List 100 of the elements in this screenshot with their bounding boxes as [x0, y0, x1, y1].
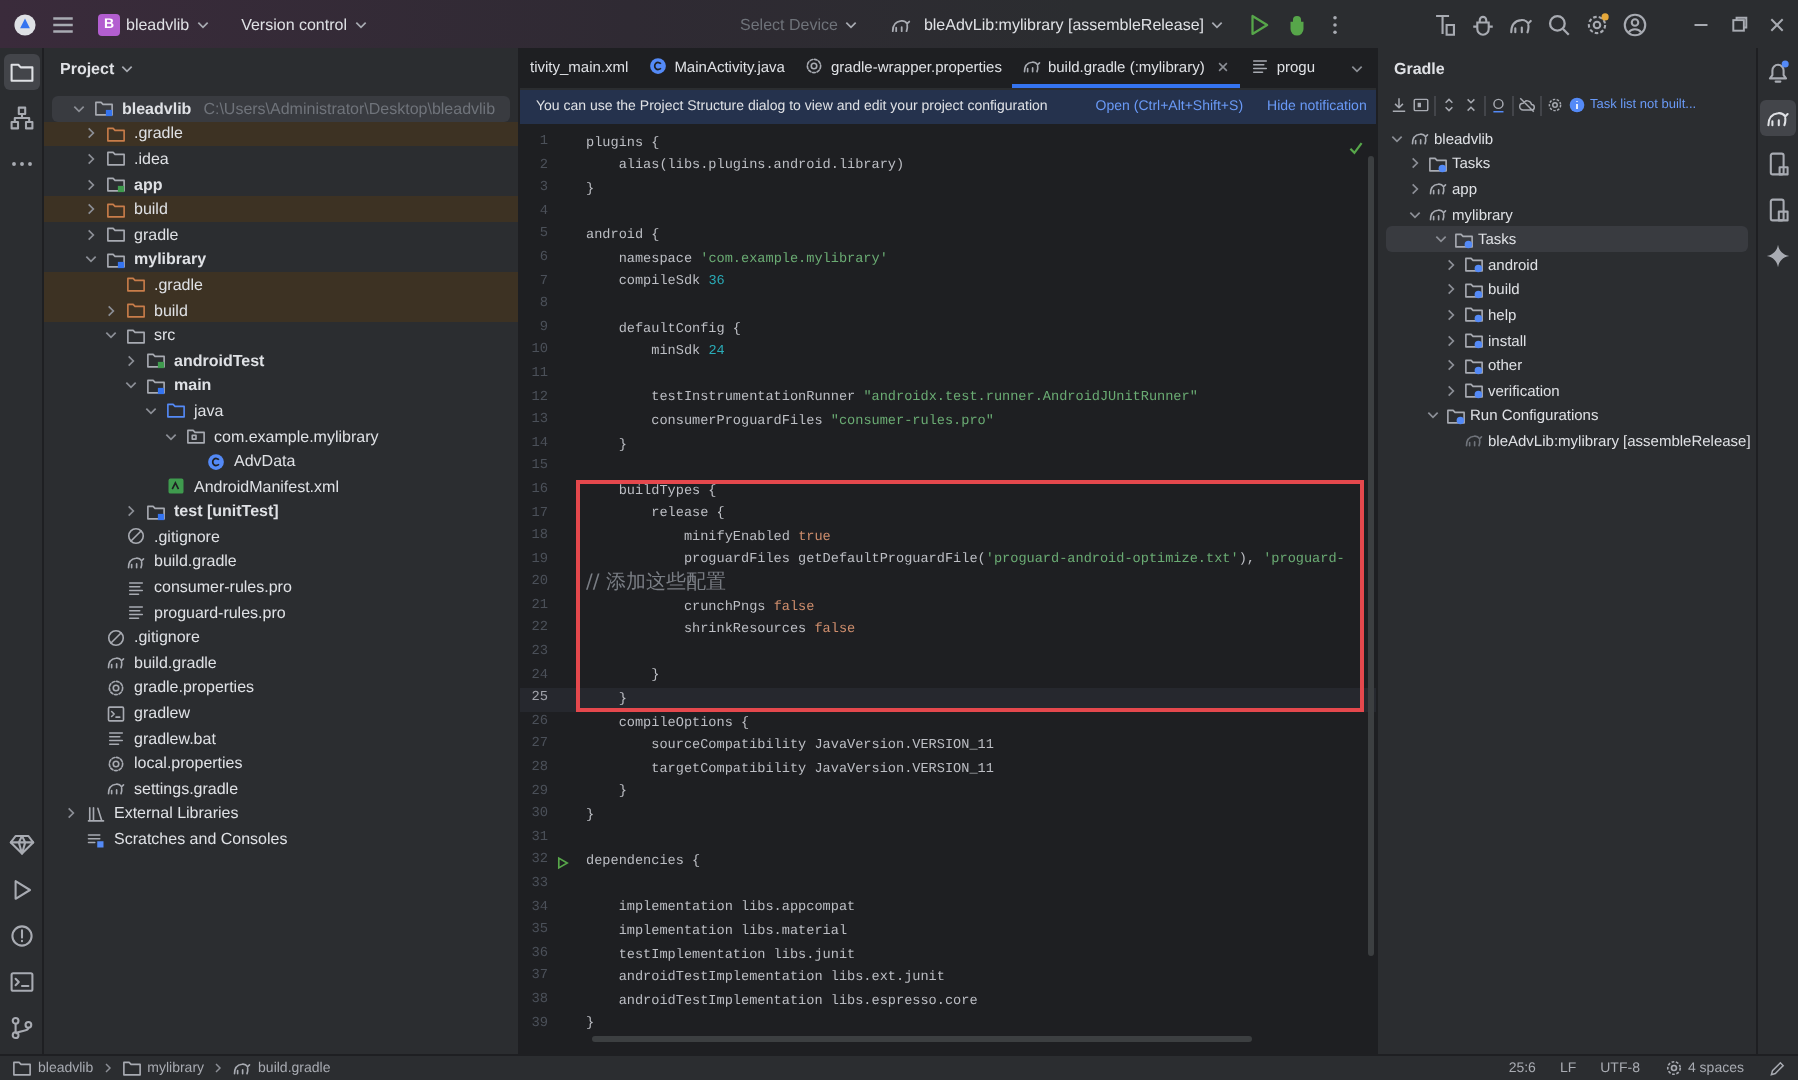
ignore-file-icon	[106, 627, 126, 648]
chevron-icon	[101, 1062, 114, 1074]
chevron-icon	[212, 1062, 225, 1074]
chevron-icon[interactable]	[1444, 307, 1458, 322]
tree-item[interactable]: settings.gradle	[44, 776, 518, 802]
tree-item[interactable]: mylibrary	[44, 247, 518, 273]
chevron-icon[interactable]	[84, 151, 98, 166]
tree-item[interactable]: AdvData	[44, 448, 518, 474]
chevron-icon[interactable]	[1444, 333, 1458, 348]
scrollbar[interactable]	[592, 1036, 1252, 1042]
run-icon[interactable]	[1246, 11, 1272, 37]
download-icon[interactable]	[1390, 96, 1408, 114]
chevron-icon[interactable]	[84, 227, 98, 242]
chevron-icon[interactable]	[1444, 282, 1458, 297]
folder-icon	[106, 123, 126, 144]
folder-icon	[106, 224, 126, 245]
module-folder-icon	[12, 1058, 32, 1078]
tree-item[interactable]: java	[44, 398, 518, 424]
chevron-icon[interactable]	[104, 303, 118, 318]
tree-item[interactable]: src	[44, 322, 518, 348]
tree-item[interactable]: main	[44, 373, 518, 399]
tree-item[interactable]: app	[44, 171, 518, 197]
tree-item[interactable]: Scratches and Consoles	[44, 826, 518, 852]
project-name: bleadvlib	[126, 15, 190, 33]
chevron-icon[interactable]	[1408, 156, 1422, 171]
chevron-icon[interactable]	[1408, 181, 1422, 196]
chevron-icon[interactable]	[1444, 358, 1458, 373]
tree-item[interactable]: gradle.properties	[44, 675, 518, 701]
collapse-icon[interactable]	[1462, 96, 1480, 114]
menu-icon[interactable]	[50, 11, 76, 37]
class-icon	[206, 451, 226, 472]
layout-icon[interactable]	[1412, 96, 1430, 114]
run-configuration-selector[interactable]: bleAdvLib:mylibrary [assembleRelease]	[879, 9, 1234, 39]
edit-icon[interactable]	[1768, 1059, 1786, 1077]
chevron-icon[interactable]	[1426, 408, 1440, 423]
chevron-icon[interactable]	[64, 806, 78, 821]
tree-item[interactable]: androidTest	[44, 347, 518, 374]
class-icon	[648, 56, 669, 76]
run-icon[interactable]	[555, 855, 569, 870]
tree-item[interactable]: build.gradle	[44, 549, 518, 575]
tree-item[interactable]: .gitignore	[44, 624, 518, 651]
chevron-icon[interactable]	[1434, 232, 1448, 247]
task-folder-icon	[1464, 355, 1484, 376]
project-view-selector[interactable]: Project	[60, 59, 135, 77]
tree-item[interactable]: proguard-rules.pro	[44, 599, 518, 625]
chevron-icon[interactable]	[1408, 207, 1422, 222]
tree-item[interactable]: .gradle	[44, 121, 518, 147]
chevron-icon[interactable]	[124, 378, 138, 393]
caret-icon	[843, 17, 858, 31]
scrollbar[interactable]	[1368, 156, 1374, 956]
tree-item[interactable]: .gradle	[44, 272, 518, 298]
chevron-icon[interactable]	[84, 126, 98, 141]
restore-icon[interactable]	[1726, 11, 1752, 37]
tree-item[interactable]: gradlew.bat	[44, 725, 518, 751]
scratch-icon	[86, 829, 106, 850]
tree-item[interactable]: build	[44, 297, 518, 323]
tree-item[interactable]: com.example.mylibrary	[44, 423, 518, 449]
tree-item[interactable]: local.properties	[44, 750, 518, 777]
chevron-icon[interactable]	[1390, 131, 1404, 146]
chevron-icon[interactable]	[104, 328, 118, 343]
task-folder-icon	[1428, 153, 1448, 174]
bug-icon[interactable]	[1470, 11, 1496, 37]
chevron-icon[interactable]	[144, 403, 158, 418]
tree-item[interactable]: External Libraries	[44, 801, 518, 827]
text-file-icon	[1250, 56, 1271, 76]
task-folder-icon	[1464, 304, 1484, 325]
logo-icon[interactable]	[12, 11, 38, 37]
account-icon[interactable]	[1622, 11, 1648, 37]
close-icon[interactable]	[1216, 59, 1231, 73]
chevron-icon[interactable]	[1444, 257, 1458, 272]
chevron-icon[interactable]	[84, 252, 98, 267]
chevron-icon[interactable]	[84, 177, 98, 192]
tree-item[interactable]: build.gradle	[44, 650, 518, 676]
caret-icon	[1210, 17, 1224, 31]
tree-item[interactable]: build	[44, 196, 518, 222]
tree-item[interactable]: gradlew	[44, 700, 518, 726]
chevron-icon[interactable]	[164, 429, 178, 444]
chevron-icon[interactable]	[72, 101, 86, 116]
chevron-icon[interactable]	[124, 504, 138, 519]
text-file-icon	[126, 577, 146, 598]
tree-item[interactable]: .gitignore	[44, 524, 518, 550]
chevron-icon[interactable]	[1444, 383, 1458, 398]
settings-icon[interactable]	[1584, 11, 1610, 37]
gear-icon	[804, 56, 825, 76]
tree-item[interactable]: consumer-rules.pro	[44, 574, 518, 600]
settings-icon	[1663, 1058, 1684, 1078]
chevron-icon[interactable]	[124, 353, 138, 368]
expand-icon[interactable]	[1440, 96, 1458, 114]
panel-title: Gradle	[1394, 59, 1445, 77]
tree-item[interactable]: .idea	[44, 146, 518, 172]
chevron-icon[interactable]	[84, 202, 98, 217]
cloud-icon[interactable]	[1518, 96, 1536, 114]
tree-item[interactable]: gradle	[44, 221, 518, 248]
chevron-icon[interactable]	[1350, 61, 1364, 75]
folder-icon[interactable]	[3, 54, 39, 90]
tree-item[interactable]: AndroidManifest.xml	[44, 473, 518, 499]
tree-item[interactable]: bleadvlib C:\Users\Administrator\Desktop\bleadvlib	[52, 96, 510, 122]
tree-item[interactable]: test [unitTest]	[44, 499, 518, 525]
version-control-menu[interactable]: Version control	[231, 11, 377, 37]
gear-icon[interactable]	[1546, 96, 1564, 114]
